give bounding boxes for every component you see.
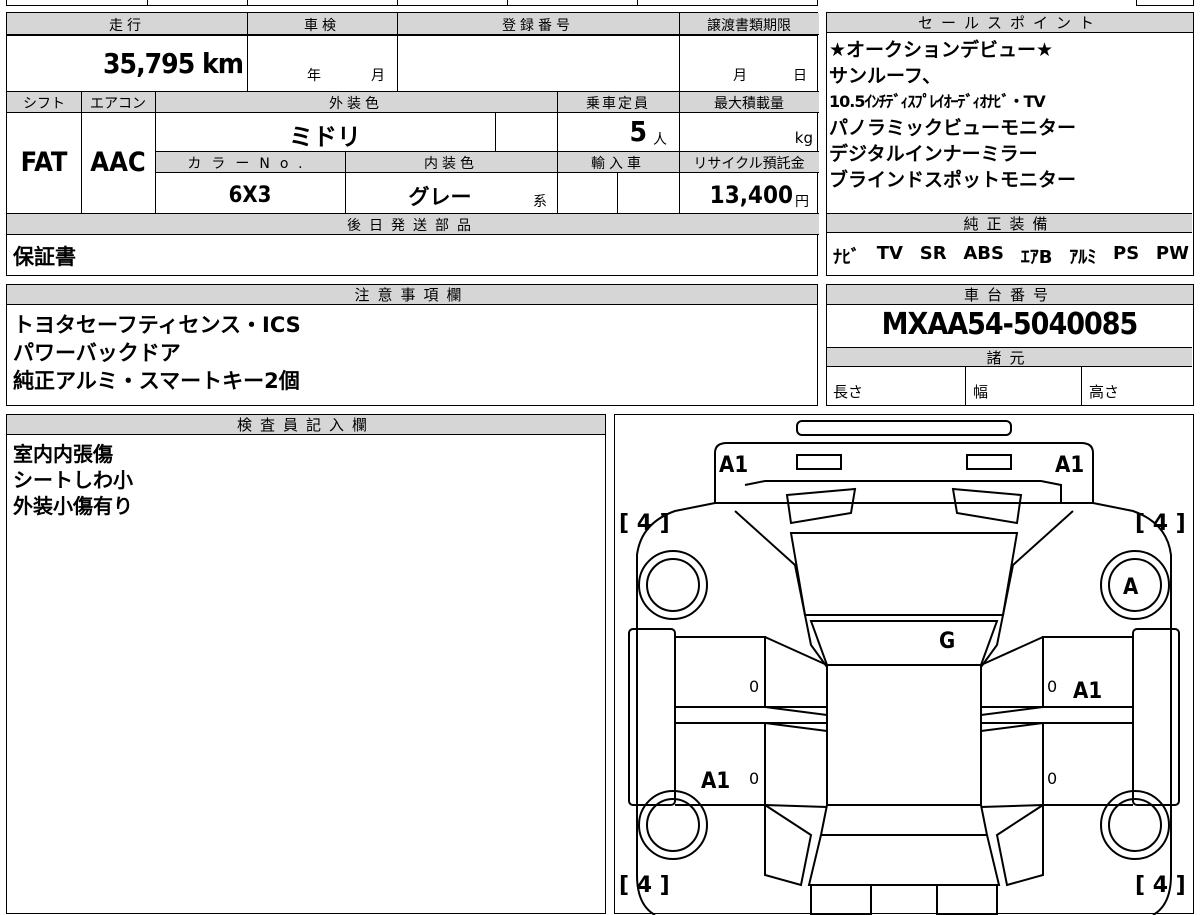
tire-left-top-label: [ 4 ] xyxy=(619,511,670,536)
top-cut-strip xyxy=(6,0,818,6)
exterior-color-header: 外装色 xyxy=(329,96,383,112)
left-rear-door-damage-label: A1 xyxy=(701,769,731,794)
note-line: パワーバックドア xyxy=(13,341,181,365)
deadline-day-unit: 日 xyxy=(793,68,807,84)
sales-point-line: デジタルインナーミラー xyxy=(829,143,1038,165)
sales-point-line: ★オークションデビュー★ xyxy=(829,39,1054,61)
sales-point-line: パノラミックビューモニター xyxy=(829,117,1077,139)
note-line: トヨタセーフティセンス・ICS xyxy=(13,313,301,337)
front-left-damage-label: A1 xyxy=(719,453,749,478)
top-cut-strip-right xyxy=(1136,0,1194,6)
inspection-month-unit: 月 xyxy=(371,68,385,84)
inspector-list: 室内内張傷 シートしわ小 外装小傷有り xyxy=(13,441,133,519)
spec-width-label: 幅 xyxy=(973,383,989,401)
genuine-equipment-list: ﾅﾋﾞ TV SR ABS ｴｱB ｱﾙﾐ PS PW xyxy=(833,243,1189,269)
spec-height-label: 高さ xyxy=(1089,383,1120,401)
right-rear-door-damage-label: A1 xyxy=(1073,679,1103,704)
panel-zero-left-front: 0 xyxy=(749,677,760,696)
chassis-box: 車台番号 MXAA54-5040085 諸元 長さ 幅 高さ xyxy=(826,284,1194,406)
sales-points-header: セールスポイント xyxy=(827,13,1193,33)
color-no-value: 6X3 xyxy=(228,183,272,208)
chassis-header: 車台番号 xyxy=(827,285,1193,305)
spec-length-label: 長さ xyxy=(833,383,864,401)
mileage-value: 35,795 km xyxy=(103,47,244,80)
aircon-value: AAC xyxy=(90,147,146,178)
notes-list: トヨタセーフティセンス・ICS パワーバックドア 純正アルミ・スマートキー2個 xyxy=(13,311,301,395)
windshield-damage-label: G xyxy=(939,629,956,654)
deadline-month-unit: 月 xyxy=(733,68,747,84)
note-line: 純正アルミ・スマートキー2個 xyxy=(13,369,300,393)
tire-left-bottom-label: [ 4 ] xyxy=(619,873,670,898)
equipment-item: ｱﾙﾐ xyxy=(1069,247,1097,268)
vehicle-info-table: 走行 車検 登録番号 譲渡書類期限 35,795 km 年 月 月 日 シフト … xyxy=(6,12,819,276)
capacity-unit: 人 xyxy=(653,132,667,148)
inspector-line: 室内内張傷 xyxy=(13,442,113,466)
sales-points-list: ★オークションデビュー★ サンルーフ、 10.5ｲﾝﾁﾃﾞｨｽﾌﾟﾚｲｵｰﾃﾞｨ… xyxy=(829,37,1076,193)
later-shipping-value: 保証書 xyxy=(13,245,76,269)
interior-color-header: 内装色 xyxy=(424,156,478,172)
capacity-value: 5 xyxy=(629,115,647,148)
mileage-header: 走行 xyxy=(109,18,145,34)
inspector-line: シートしわ小 xyxy=(13,468,133,492)
aircon-header: エアコン xyxy=(90,96,146,112)
notes-header: 注意事項欄 xyxy=(7,285,817,305)
shift-value: FAT xyxy=(20,147,68,178)
inspector-box: 検査員記入欄 室内内張傷 シートしわ小 外装小傷有り xyxy=(6,414,606,914)
sales-point-line: サンルーフ、 xyxy=(829,65,942,87)
right-front-fender-damage-label: A xyxy=(1123,575,1139,600)
inspector-line: 外装小傷有り xyxy=(13,494,133,518)
equipment-item: ABS xyxy=(963,243,1004,264)
equipment-item: PS xyxy=(1113,243,1140,264)
recycle-fee-value: 13,400 xyxy=(709,181,793,209)
max-load-header: 最大積載量 xyxy=(714,96,784,112)
later-shipping-header: 後日発送部品 xyxy=(347,218,479,234)
specs-header: 諸元 xyxy=(827,347,1192,367)
tire-right-bottom-label: [ 4 ] xyxy=(1135,873,1186,898)
recycle-fee-header: リサイクル預託金 xyxy=(693,156,805,172)
max-load-unit: kg xyxy=(794,129,813,147)
tire-right-top-label: [ 4 ] xyxy=(1135,511,1186,536)
panel-zero-left-rear: 0 xyxy=(749,769,760,788)
sales-points-box: セールスポイント ★オークションデビュー★ サンルーフ、 10.5ｲﾝﾁﾃﾞｨｽ… xyxy=(826,12,1194,276)
shift-header: シフト xyxy=(23,96,65,112)
transfer-deadline-header: 譲渡書類期限 xyxy=(707,18,791,34)
equipment-item: ﾅﾋﾞ xyxy=(833,247,860,268)
recycle-fee-unit: 円 xyxy=(795,194,809,210)
equipment-item: PW xyxy=(1155,243,1189,264)
equipment-item: TV xyxy=(876,243,903,264)
equipment-item: ｴｱB xyxy=(1020,247,1053,268)
exterior-color-value: ミドリ xyxy=(289,123,361,151)
inspection-header: 車検 xyxy=(304,18,340,34)
interior-color-suffix: 系 xyxy=(533,194,547,210)
sales-point-line: 10.5ｲﾝﾁﾃﾞｨｽﾌﾟﾚｲｵｰﾃﾞｨｵﾅﾋﾞ・TV xyxy=(829,92,1046,111)
damage-map-box: A1 A1 [ 4 ] [ 4 ] A G 0 0 A1 A1 0 0 [ 4 … xyxy=(614,414,1194,915)
import-header: 輸入車 xyxy=(591,156,645,172)
registration-header: 登録番号 xyxy=(502,18,574,34)
panel-zero-right-front: 0 xyxy=(1047,677,1058,696)
sales-point-line: ブラインドスポットモニター xyxy=(829,169,1077,191)
inspector-header: 検査員記入欄 xyxy=(7,415,605,435)
chassis-number: MXAA54-5040085 xyxy=(881,307,1139,342)
car-outline-diagram xyxy=(628,420,1180,915)
capacity-header: 乗車定員 xyxy=(586,96,650,112)
color-no-header: カラーNo. xyxy=(187,156,313,172)
notes-box: 注意事項欄 トヨタセーフティセンス・ICS パワーバックドア 純正アルミ・スマー… xyxy=(6,284,818,406)
front-right-damage-label: A1 xyxy=(1055,453,1085,478)
genuine-equipment-header: 純正装備 xyxy=(827,213,1192,233)
interior-color-value: グレー xyxy=(408,185,472,209)
equipment-item: SR xyxy=(919,243,947,264)
inspection-year-unit: 年 xyxy=(307,68,321,84)
panel-zero-right-rear: 0 xyxy=(1047,769,1058,788)
